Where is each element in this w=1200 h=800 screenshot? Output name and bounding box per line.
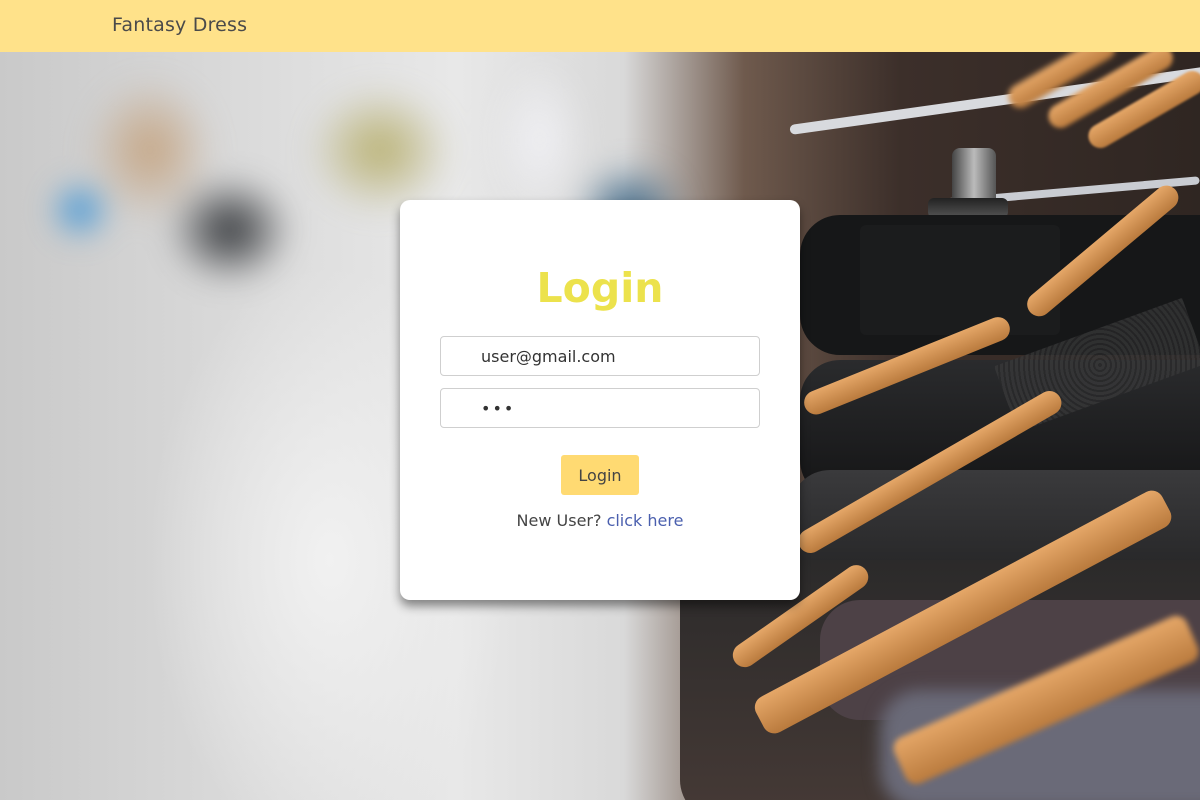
login-title: Login [536,264,664,312]
signup-prompt-row: New User? click here [400,511,800,530]
login-page: Fantasy Dress Login Login New User? clic… [0,0,1200,800]
brand-logo[interactable]: Fantasy Dress [112,14,247,36]
password-field[interactable] [440,388,760,428]
email-field[interactable] [440,336,760,376]
top-navbar: Fantasy Dress [0,0,1200,52]
login-button[interactable]: Login [561,455,639,495]
email-input[interactable] [481,337,751,375]
signup-link[interactable]: click here [607,511,684,530]
password-input[interactable] [481,389,751,427]
signup-prompt-text: New User? [516,511,607,530]
login-card: Login Login New User? click here [400,200,800,600]
